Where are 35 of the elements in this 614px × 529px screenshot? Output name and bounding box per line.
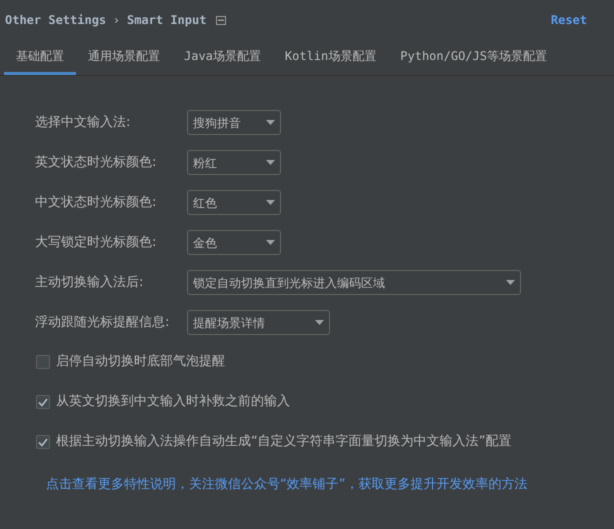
tab[interactable]: Python/GO/JS等场景配置 <box>388 40 559 75</box>
caret-icon <box>266 160 275 165</box>
tab[interactable]: 通用场景配置 <box>76 40 172 75</box>
checkbox-label: 启停自动切换时底部气泡提醒 <box>56 353 225 372</box>
checkbox[interactable] <box>36 395 50 409</box>
dropdown[interactable]: 粉红 <box>187 150 281 175</box>
field-label: 浮动跟随光标提醒信息: <box>35 314 170 332</box>
caret-icon <box>266 120 275 125</box>
field-label: 选择中文输入法: <box>35 114 132 132</box>
checkbox-label: 根据主动切换输入法操作自动生成“自定义字符串字面量切换为中文输入法”配置 <box>56 433 512 452</box>
field-label: 英文状态时光标颜色: <box>35 154 158 172</box>
checkbox[interactable] <box>36 355 50 369</box>
dropdown[interactable]: 锁定自动切换直到光标进入编码区域 <box>187 270 521 295</box>
caret-icon <box>266 200 275 205</box>
field-label: 大写锁定时光标颜色: <box>35 234 158 252</box>
breadcrumb-separator: › <box>114 12 119 29</box>
breadcrumb-parent[interactable]: Other Settings <box>5 11 106 29</box>
tab[interactable]: Kotlin场景配置 <box>272 40 388 75</box>
dropdown[interactable]: 红色 <box>187 190 281 215</box>
field-label: 中文状态时光标颜色: <box>35 194 158 212</box>
dropdown[interactable]: 搜狗拼音 <box>187 110 281 135</box>
window-icon[interactable] <box>216 16 226 24</box>
field-label: 主动切换输入法后: <box>35 274 144 292</box>
checkbox[interactable] <box>36 435 50 449</box>
reset-link[interactable]: Reset <box>550 11 587 29</box>
caret-icon <box>315 320 324 325</box>
tab[interactable]: Java场景配置 <box>172 40 273 75</box>
caret-icon <box>506 280 515 285</box>
dropdown[interactable]: 金色 <box>187 230 281 255</box>
checkbox-label: 从英文切换到中文输入时补救之前的输入 <box>56 393 290 412</box>
dropdown[interactable]: 提醒场景详情 <box>187 310 330 335</box>
info-link[interactable]: 点击查看更多特性说明，关注微信公众号“效率铺子”，获取更多提升开发效率的方法 <box>46 477 528 492</box>
caret-icon <box>266 240 275 245</box>
breadcrumb-current: Smart Input <box>126 12 206 29</box>
tab[interactable]: 基础配置 <box>4 40 76 75</box>
